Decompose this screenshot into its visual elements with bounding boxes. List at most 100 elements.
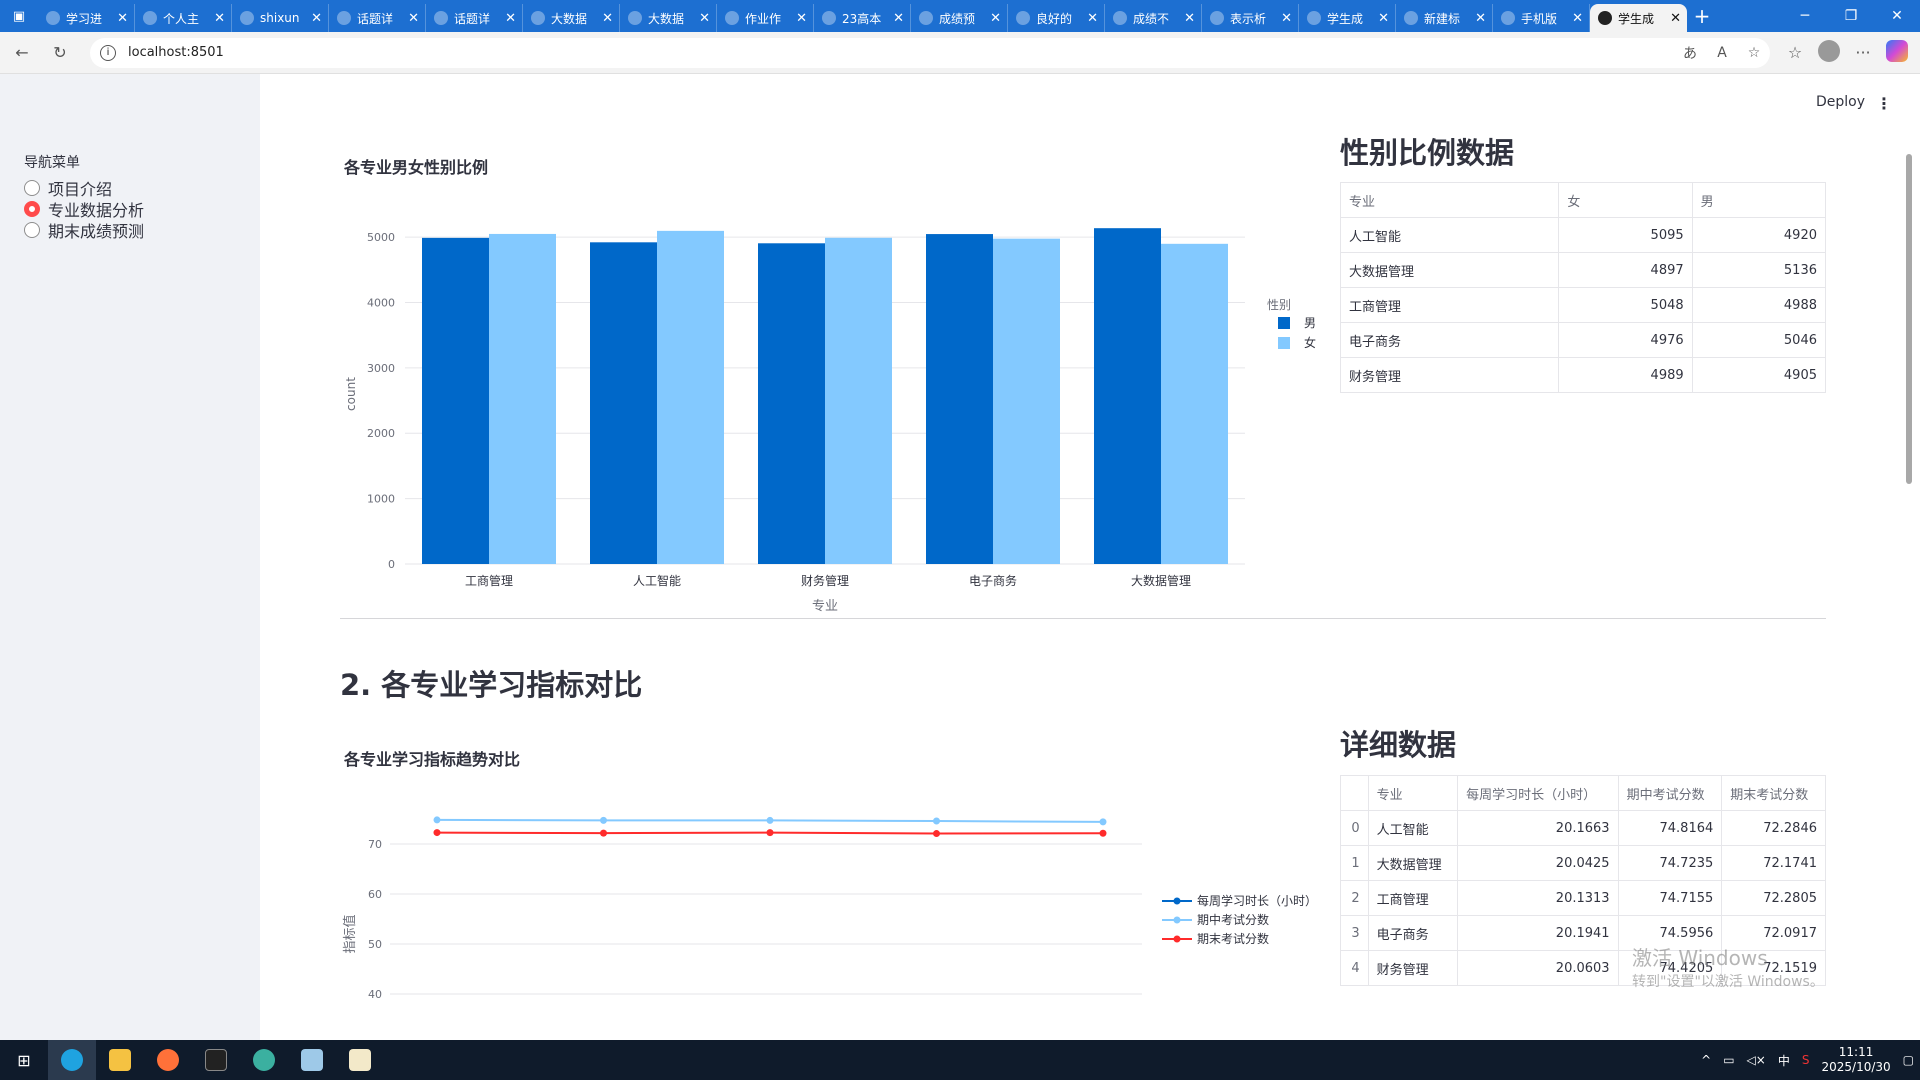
tab-close-icon[interactable]: ✕ <box>990 11 1001 26</box>
edge-taskbar-icon[interactable] <box>48 1040 96 1080</box>
start-icon[interactable]: ⊞ <box>0 1040 48 1080</box>
table-cell[interactable]: 20.1313 <box>1457 880 1619 916</box>
clock[interactable]: 11:11 2025/10/30 <box>1815 1045 1896 1075</box>
table-header-cell[interactable]: 期末考试分数 <box>1721 775 1826 811</box>
browser-tab[interactable]: shixun ✕ <box>232 4 329 32</box>
tab-close-icon[interactable]: ✕ <box>1087 11 1098 26</box>
tab-close-icon[interactable]: ✕ <box>1184 11 1195 26</box>
tab-close-icon[interactable]: ✕ <box>311 11 322 26</box>
table-cell[interactable]: 4 <box>1340 950 1369 986</box>
tab-actions-icon[interactable]: ▣ <box>0 0 38 32</box>
tab-close-icon[interactable]: ✕ <box>408 11 419 26</box>
table-cell[interactable]: 电子商务 <box>1340 322 1560 358</box>
table-cell[interactable]: 1 <box>1340 845 1369 881</box>
app-icon-7[interactable] <box>336 1040 384 1080</box>
table-cell[interactable]: 5046 <box>1692 322 1827 358</box>
tab-close-icon[interactable]: ✕ <box>893 11 904 26</box>
network-icon[interactable]: ▭ <box>1717 1053 1740 1067</box>
table-header-cell[interactable]: 每周学习时长（小时） <box>1457 775 1619 811</box>
tab-close-icon[interactable]: ✕ <box>1475 11 1486 26</box>
main-menu-icon[interactable]: ⋮ <box>1876 94 1892 113</box>
app-icon-6[interactable] <box>288 1040 336 1080</box>
table-row[interactable]: 财务管理 4989 4905 <box>1340 357 1827 393</box>
more-options-icon[interactable]: ··· <box>1846 43 1880 62</box>
tab-close-icon[interactable]: ✕ <box>117 11 128 26</box>
tab-close-icon[interactable]: ✕ <box>505 11 516 26</box>
table-row[interactable]: 工商管理 5048 4988 <box>1340 287 1827 323</box>
table-cell[interactable]: 5095 <box>1558 217 1693 253</box>
minimize-icon[interactable]: ─ <box>1782 0 1828 32</box>
tab-close-icon[interactable]: ✕ <box>1572 11 1583 26</box>
table-cell[interactable]: 4976 <box>1558 322 1693 358</box>
table-cell[interactable]: 74.7155 <box>1618 880 1723 916</box>
antivirus-icon[interactable]: S <box>1796 1053 1816 1067</box>
table-row[interactable]: 2 工商管理 20.1313 74.7155 72.2805 <box>1340 880 1826 916</box>
deploy-button[interactable]: Deploy <box>1816 94 1865 110</box>
browser-tab[interactable]: 学生成 ✕ <box>1299 4 1396 32</box>
browser-tab[interactable]: 新建标 ✕ <box>1396 4 1493 32</box>
tab-close-icon[interactable]: ✕ <box>796 11 807 26</box>
restore-icon[interactable]: ❐ <box>1828 0 1874 32</box>
browser-tab[interactable]: 学生成 ✕ <box>1590 4 1687 32</box>
browser-tab[interactable]: 作业作 ✕ <box>717 4 814 32</box>
terminal-icon[interactable] <box>192 1040 240 1080</box>
read-aloud-icon[interactable]: A <box>1706 45 1738 61</box>
tab-close-icon[interactable]: ✕ <box>602 11 613 26</box>
file-explorer-icon[interactable] <box>96 1040 144 1080</box>
tab-close-icon[interactable]: ✕ <box>1670 11 1681 26</box>
tab-close-icon[interactable]: ✕ <box>214 11 225 26</box>
tray-chevron-icon[interactable]: ^ <box>1695 1053 1717 1067</box>
table-cell[interactable]: 72.1741 <box>1721 845 1826 881</box>
nav-radio-item[interactable]: 期末成绩预测 <box>24 218 144 242</box>
browser-tab[interactable]: 23高本 ✕ <box>814 4 911 32</box>
site-info-icon[interactable]: i <box>100 44 116 61</box>
table-cell[interactable]: 72.2805 <box>1721 880 1826 916</box>
table-cell[interactable]: 人工智能 <box>1368 810 1459 846</box>
browser-tab[interactable]: 大数据 ✕ <box>523 4 620 32</box>
table-row[interactable]: 0 人工智能 20.1663 74.8164 72.2846 <box>1340 810 1826 846</box>
table-cell[interactable]: 4989 <box>1558 357 1693 393</box>
page-scrollbar[interactable] <box>1906 154 1912 484</box>
browser-tab[interactable]: 话题详 ✕ <box>426 4 523 32</box>
table-cell[interactable]: 20.1941 <box>1457 915 1619 951</box>
table-cell[interactable]: 20.0425 <box>1457 845 1619 881</box>
table-cell[interactable]: 0 <box>1340 810 1369 846</box>
table-row[interactable]: 电子商务 4976 5046 <box>1340 322 1827 358</box>
browser-tab[interactable]: 大数据 ✕ <box>620 4 717 32</box>
table-cell[interactable]: 3 <box>1340 915 1369 951</box>
table-cell[interactable]: 电子商务 <box>1368 915 1459 951</box>
tab-close-icon[interactable]: ✕ <box>1281 11 1292 26</box>
refresh-icon[interactable]: ↻ <box>44 37 76 69</box>
table-cell[interactable]: 大数据管理 <box>1340 252 1560 288</box>
table-header-cell[interactable]: 专业 <box>1368 775 1459 811</box>
app-icon-5[interactable] <box>240 1040 288 1080</box>
new-tab-button[interactable]: + <box>1687 4 1717 28</box>
browser-tab[interactable]: 成绩预 ✕ <box>911 4 1008 32</box>
table-cell[interactable]: 财务管理 <box>1340 357 1560 393</box>
translate-icon[interactable]: あ <box>1674 43 1706 63</box>
table-cell[interactable]: 20.0603 <box>1457 950 1619 986</box>
firefox-icon[interactable] <box>144 1040 192 1080</box>
table-header-cell[interactable]: 期中考试分数 <box>1618 775 1723 811</box>
table-cell[interactable]: 72.2846 <box>1721 810 1826 846</box>
table-cell[interactable]: 74.8164 <box>1618 810 1723 846</box>
notification-icon[interactable]: ▢ <box>1897 1053 1920 1067</box>
table-cell[interactable]: 20.1663 <box>1457 810 1619 846</box>
table-cell[interactable]: 人工智能 <box>1340 217 1560 253</box>
volume-icon[interactable]: ◁× <box>1741 1053 1772 1067</box>
table-cell[interactable]: 工商管理 <box>1368 880 1459 916</box>
table-cell[interactable]: 4897 <box>1558 252 1693 288</box>
browser-tab[interactable]: 话题详 ✕ <box>329 4 426 32</box>
browser-tab[interactable]: 成绩不 ✕ <box>1105 4 1202 32</box>
table-row[interactable]: 人工智能 5095 4920 <box>1340 217 1827 253</box>
table-header-cell[interactable] <box>1340 775 1369 811</box>
table-row[interactable]: 1 大数据管理 20.0425 74.7235 72.1741 <box>1340 845 1826 881</box>
favorites-icon[interactable]: ☆ <box>1778 43 1812 62</box>
table-cell[interactable]: 74.7235 <box>1618 845 1723 881</box>
table-header-cell[interactable]: 男 <box>1692 182 1827 218</box>
tab-close-icon[interactable]: ✕ <box>699 11 710 26</box>
table-header-cell[interactable]: 专业 <box>1340 182 1560 218</box>
url-field[interactable]: i localhost:8501 あ A ☆ <box>90 37 1770 68</box>
tab-close-icon[interactable]: ✕ <box>1378 11 1389 26</box>
table-cell[interactable]: 2 <box>1340 880 1369 916</box>
